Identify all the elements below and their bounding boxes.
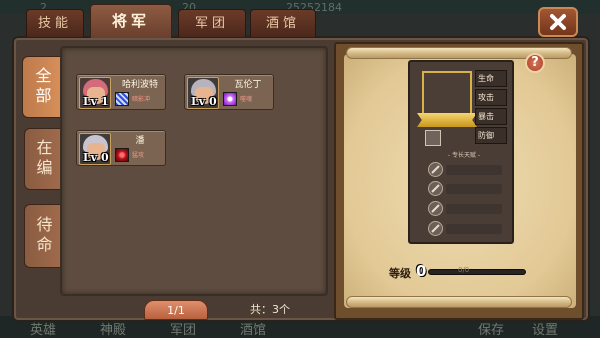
help-button[interactable]: ? xyxy=(525,53,545,73)
stat-defense: 防御 xyxy=(475,127,507,144)
tab-tavern[interactable]: 酒馆 xyxy=(250,9,316,37)
hero-portrait: Lv 0 xyxy=(79,133,111,165)
hero-total-count: 共：3个 xyxy=(250,303,290,316)
tab-legion[interactable]: 军团 xyxy=(178,9,246,37)
hero-portrait: Lv 1 xyxy=(79,77,111,109)
weapon-icon xyxy=(428,201,443,216)
hero-card[interactable]: Lv 0 瓦伦丁 噬魂 xyxy=(184,74,274,110)
page-indicator[interactable]: 1/1 xyxy=(144,300,208,320)
talent-bar xyxy=(446,165,502,175)
fierce-attack-icon xyxy=(115,148,129,162)
side-tab-all[interactable]: 全部 xyxy=(22,56,60,118)
hero-skill-name: 暗影冲 xyxy=(132,96,151,103)
weapon-icon xyxy=(428,181,443,196)
hero-level: Lv 0 xyxy=(83,151,109,164)
tab-skills[interactable]: 技能 xyxy=(26,9,84,37)
weapon-icon xyxy=(428,221,443,236)
talent-slot[interactable] xyxy=(428,221,502,236)
hero-skill-name: 噬魂 xyxy=(240,96,253,103)
hero-skill-name: 猛攻 xyxy=(132,152,145,159)
hero-card[interactable]: Lv 1 哈利波特 暗影冲 xyxy=(76,74,166,110)
hero-level: Lv 0 xyxy=(191,95,217,108)
scroll-rod-bottom xyxy=(346,296,572,308)
side-tab-enlisted[interactable]: 在编 xyxy=(24,128,60,190)
hero-level: Lv 1 xyxy=(83,95,109,108)
close-button[interactable] xyxy=(538,7,578,37)
shadow-dash-icon xyxy=(115,92,129,106)
tab-generals[interactable]: 将军 xyxy=(90,4,172,38)
hero-name: 瓦伦丁 xyxy=(234,80,262,90)
talent-bar xyxy=(446,184,502,194)
stat-hp: 生命 xyxy=(475,70,507,87)
talent-bar xyxy=(446,224,502,234)
level-value: 0 xyxy=(416,262,427,280)
level-label: 等级 xyxy=(389,267,411,280)
close-icon xyxy=(550,14,566,30)
soul-devour-icon xyxy=(223,92,237,106)
exp-text: 0/0 xyxy=(458,266,470,274)
stat-crit: 暴击 xyxy=(475,108,507,125)
hero-name: 哈利波特 xyxy=(121,80,158,90)
stat-attack: 攻击 xyxy=(475,89,507,106)
exp-bar xyxy=(428,269,526,275)
talent-slot[interactable] xyxy=(428,181,502,196)
hero-portrait: Lv 0 xyxy=(187,77,219,109)
equipment-slot[interactable] xyxy=(425,130,441,146)
side-tab-standby[interactable]: 待命 xyxy=(24,204,60,268)
talent-slot[interactable] xyxy=(428,201,502,216)
talent-title: - 专长天赋 - xyxy=(447,152,481,159)
weapon-icon xyxy=(428,162,443,177)
name-ribbon xyxy=(417,113,477,127)
talent-slot[interactable] xyxy=(428,162,502,177)
hero-card[interactable]: Lv 0 潘 猛攻 xyxy=(76,130,166,166)
talent-bar xyxy=(446,204,502,214)
hero-name: 潘 xyxy=(135,136,145,146)
